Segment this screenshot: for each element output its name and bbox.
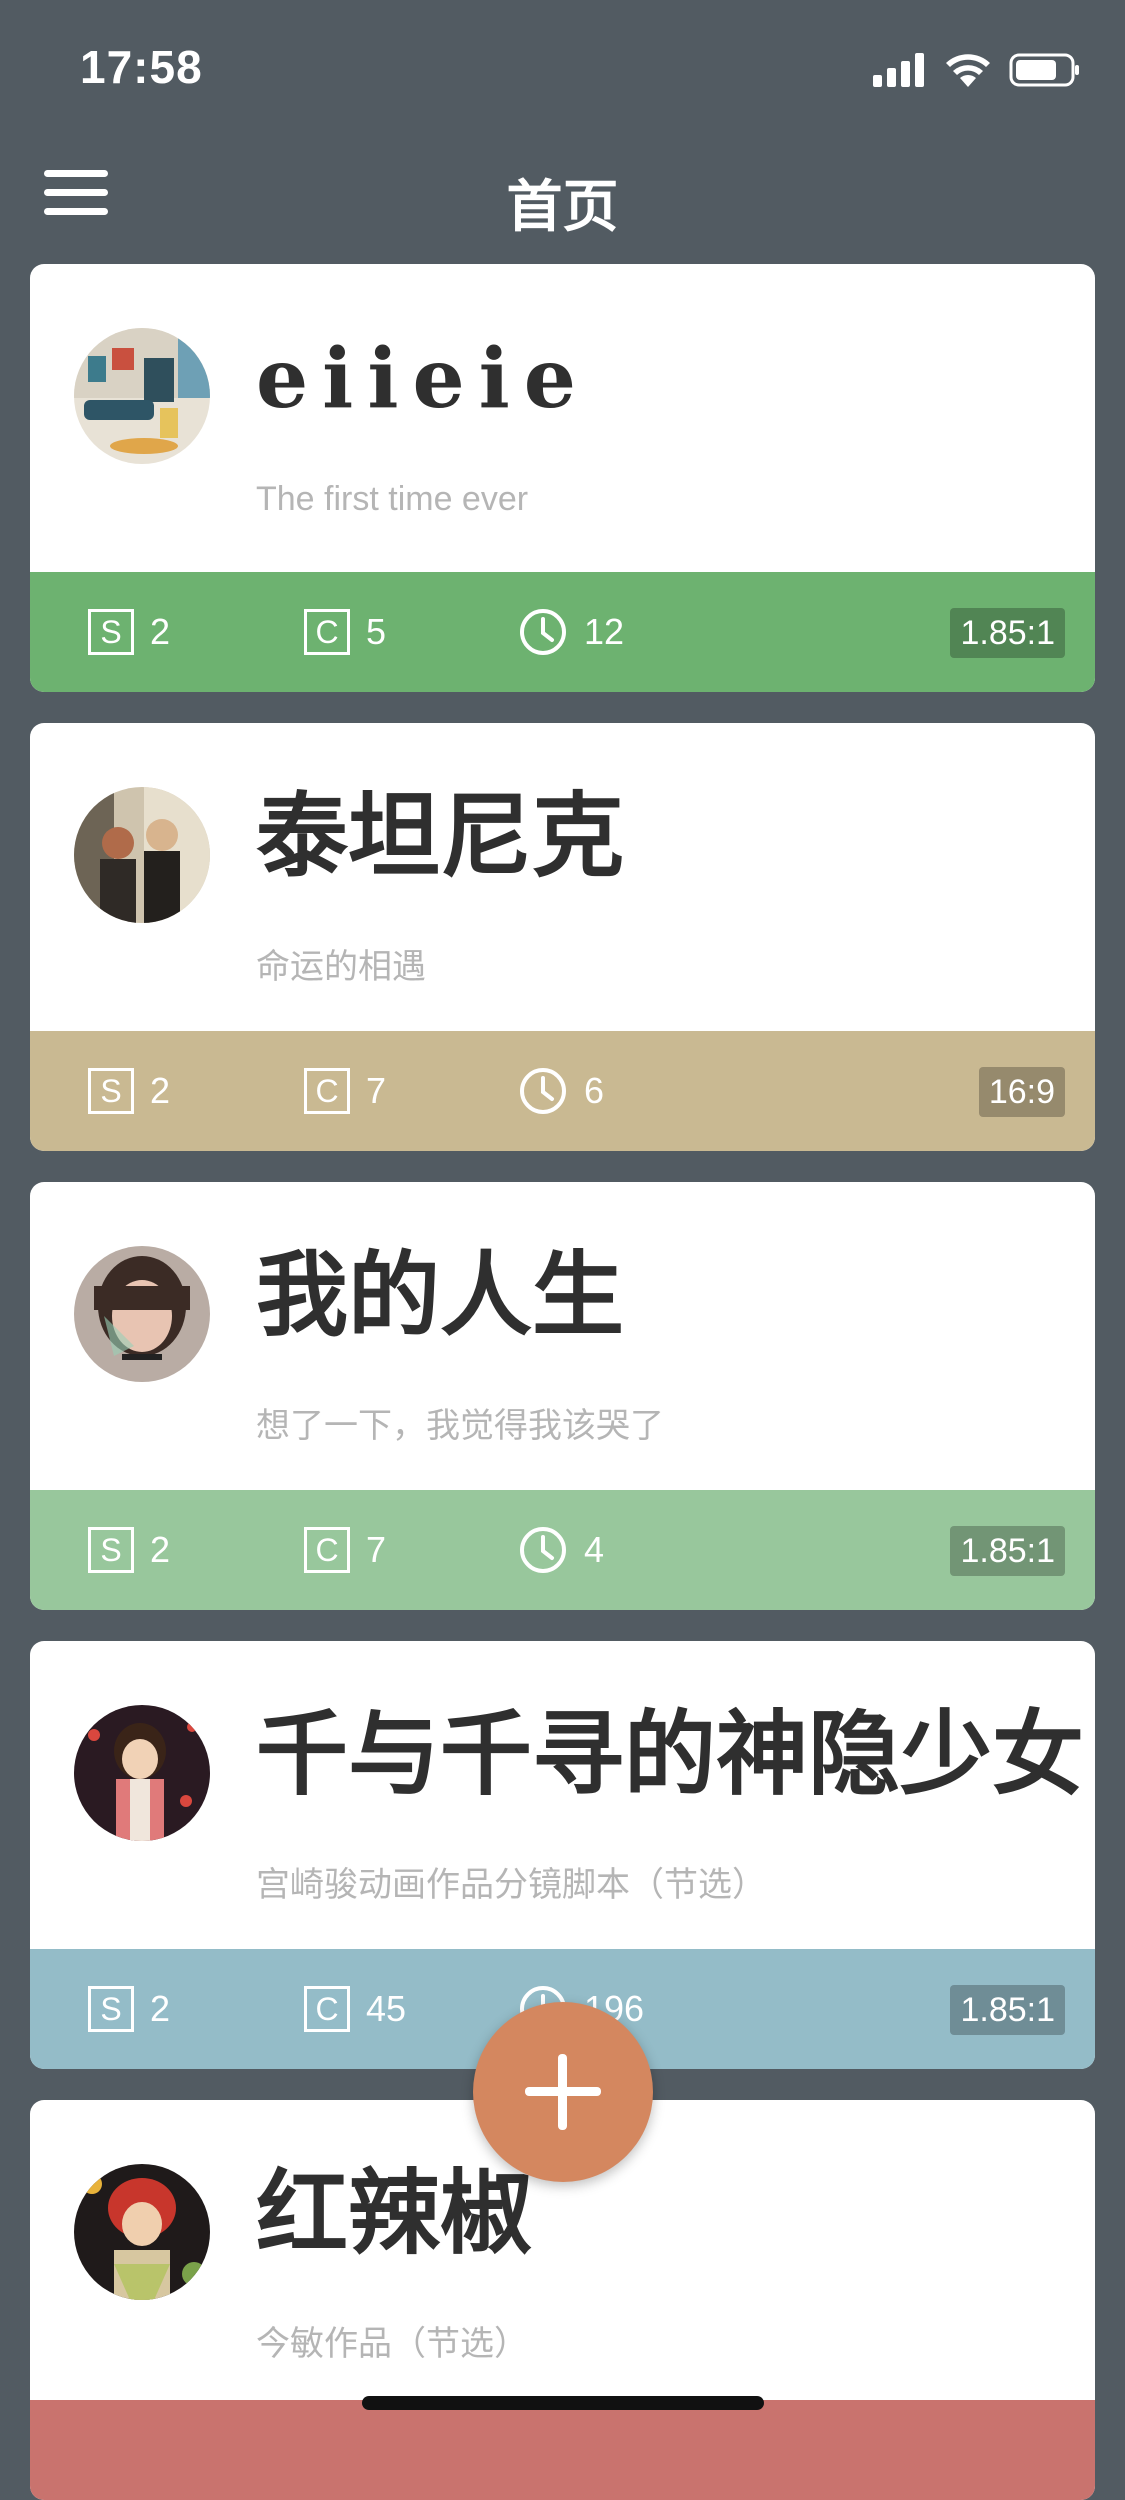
clock-icon — [520, 1527, 566, 1573]
cut-count-value: 5 — [366, 611, 387, 652]
avatar — [74, 328, 210, 464]
project-card[interactable]: eiieie The first time ever S 2 C 5 12 1.… — [30, 264, 1095, 692]
scene-count: S 2 — [88, 1067, 170, 1115]
status-bar: 17:58 — [0, 0, 1125, 132]
avatar — [74, 787, 210, 923]
scene-count-value: 2 — [150, 611, 171, 652]
status-time: 17:58 — [80, 41, 203, 93]
card-footer: S 2 C 5 12 1.85:1 — [30, 572, 1095, 692]
box-s-icon: S — [88, 609, 134, 655]
aspect-ratio-badge: 16:9 — [978, 1067, 1065, 1117]
scene-count-value: 2 — [150, 1070, 171, 1111]
home-indicator — [362, 2396, 764, 2410]
scene-count: S 2 — [88, 608, 170, 656]
clock-icon — [520, 609, 566, 655]
card-body: 我的人生 想了一下，我觉得我该哭了 — [30, 1182, 1095, 1490]
navigation-bar: 首页 — [0, 132, 1125, 264]
card-body: 千与千寻的神隐少女 宫崎骏动画作品分镜脚本（节选） — [30, 1641, 1095, 1949]
duration: 6 — [518, 1067, 604, 1115]
project-card[interactable]: 我的人生 想了一下，我觉得我该哭了 S 2 C 7 4 1.85:1 — [30, 1182, 1095, 1610]
cut-count: C 7 — [304, 1526, 386, 1574]
box-c-icon: C — [304, 1527, 350, 1573]
duration-value: 12 — [584, 611, 625, 652]
wifi-icon — [946, 54, 990, 87]
card-subtitle: 想了一下，我觉得我该哭了 — [256, 1407, 664, 1445]
avatar — [74, 1246, 210, 1382]
battery-icon — [1009, 53, 1079, 87]
card-body: 泰坦尼克 命运的相遇 — [30, 723, 1095, 1031]
cut-count: C 7 — [304, 1067, 386, 1115]
card-subtitle: 命运的相遇 — [256, 948, 426, 986]
card-footer — [30, 2400, 1095, 2500]
box-s-icon: S — [88, 1527, 134, 1573]
cut-count: C 45 — [304, 1985, 406, 2033]
avatar — [74, 2164, 210, 2300]
box-c-icon: C — [304, 609, 350, 655]
cut-count-value: 7 — [366, 1529, 387, 1570]
duration-value: 4 — [584, 1529, 605, 1570]
avatar — [74, 1705, 210, 1841]
cellular-signal-icon — [873, 53, 924, 87]
card-title: 我的人生 — [256, 1241, 625, 1349]
aspect-ratio-badge: 1.85:1 — [950, 608, 1065, 658]
card-title: eiieie — [256, 331, 590, 427]
cut-count-value: 45 — [366, 1988, 407, 2029]
box-c-icon: C — [304, 1986, 350, 2032]
card-footer: S 2 C 7 4 1.85:1 — [30, 1490, 1095, 1610]
clock-icon — [520, 1068, 566, 1114]
card-title: 千与千寻的神隐少女 — [256, 1700, 1085, 1808]
aspect-ratio-badge: 1.85:1 — [950, 1985, 1065, 2035]
scene-count: S 2 — [88, 1985, 170, 2033]
scene-count-value: 2 — [150, 1988, 171, 2029]
card-body: eiieie The first time ever — [30, 264, 1095, 572]
duration: 12 — [518, 608, 624, 656]
aspect-ratio-badge: 1.85:1 — [950, 1526, 1065, 1576]
page-title: 首页 — [506, 175, 619, 240]
duration-value: 6 — [584, 1070, 605, 1111]
status-icons — [873, 50, 1081, 90]
project-card[interactable]: 泰坦尼克 命运的相遇 S 2 C 7 6 16:9 — [30, 723, 1095, 1151]
cut-count-value: 7 — [366, 1070, 387, 1111]
cut-count: C 5 — [304, 608, 386, 656]
box-s-icon: S — [88, 1986, 134, 2032]
card-title: 泰坦尼克 — [256, 782, 625, 890]
card-subtitle: 宫崎骏动画作品分镜脚本（节选） — [256, 1866, 766, 1904]
card-subtitle: 今敏作品（节选） — [256, 2325, 528, 2363]
card-title: 红辣椒 — [256, 2159, 533, 2267]
scene-count: S 2 — [88, 1526, 170, 1574]
duration: 4 — [518, 1526, 604, 1574]
box-c-icon: C — [304, 1068, 350, 1114]
card-subtitle: The first time ever — [256, 480, 529, 518]
card-footer: S 2 C 7 6 16:9 — [30, 1031, 1095, 1151]
scene-count-value: 2 — [150, 1529, 171, 1570]
add-project-button[interactable] — [473, 2002, 653, 2182]
box-s-icon: S — [88, 1068, 134, 1114]
